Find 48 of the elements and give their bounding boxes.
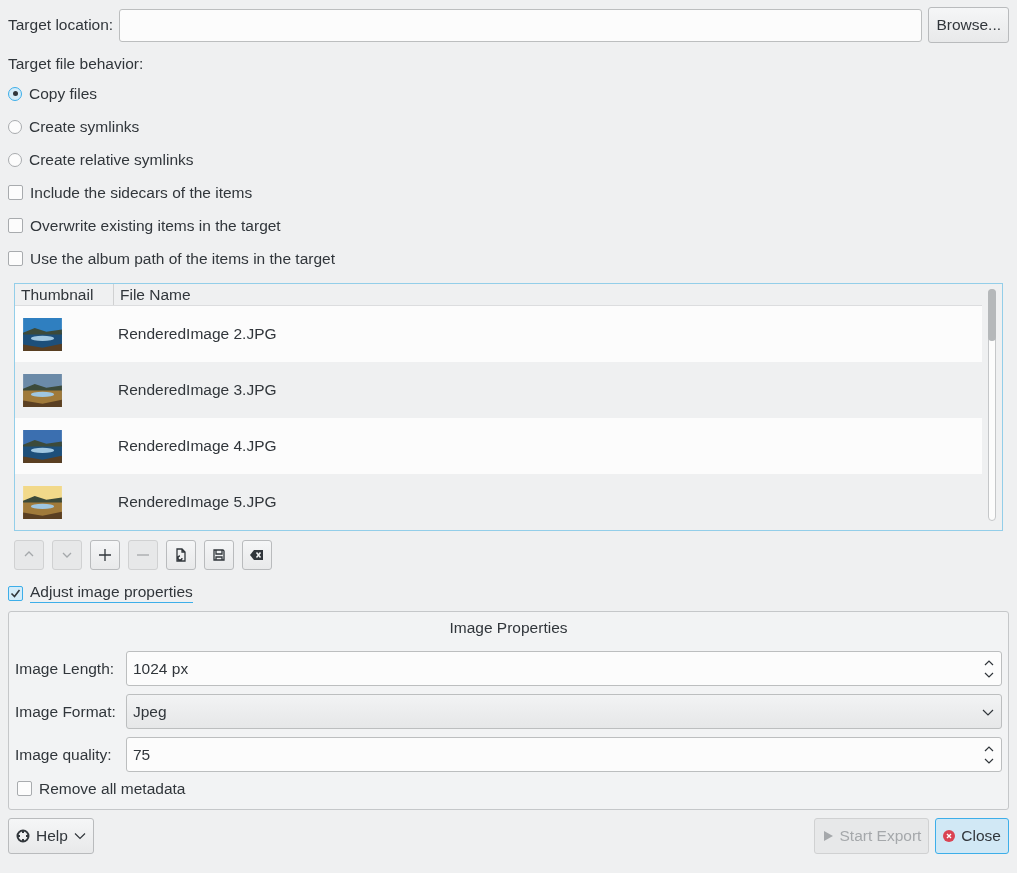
toolbar-button[interactable]: [166, 540, 196, 570]
toolbar-button[interactable]: [242, 540, 272, 570]
radio-button[interactable]: [8, 86, 22, 101]
checkbox[interactable]: [8, 251, 23, 266]
field-label: Image quality:: [15, 745, 113, 764]
table-cell-text: RenderedImage 4.JPG: [117, 436, 278, 456]
browse-button[interactable]: Browse...: [928, 7, 1009, 43]
field-label: Target location:: [8, 16, 114, 34]
clear-icon: [249, 547, 265, 563]
close-icon: [943, 830, 956, 842]
input-field[interactable]: [119, 8, 923, 42]
column-header[interactable]: Thumbnail: [15, 284, 114, 305]
checkbox[interactable]: [8, 185, 23, 200]
table-cell-text: RenderedImage 2.JPG: [117, 324, 278, 344]
toolbar-button[interactable]: [90, 540, 120, 570]
option-label: Use the album path of the items in the target: [30, 249, 335, 268]
file-icon: [173, 547, 189, 563]
option-label: Overwrite existing items in the target: [30, 216, 281, 235]
table-cell-text: RenderedImage 3.JPG: [117, 380, 278, 400]
close-button[interactable]: Close: [935, 818, 1009, 854]
table-cell-text: RenderedImage 5.JPG: [117, 492, 278, 512]
checkbox[interactable]: [8, 218, 23, 233]
save-icon: [211, 547, 227, 563]
spin-box[interactable]: 1024 px: [126, 651, 1002, 686]
scrollbar[interactable]: [988, 289, 996, 521]
group-title: Image Properties: [449, 617, 568, 638]
radio-button[interactable]: [8, 152, 22, 167]
option-label: Copy files: [29, 84, 98, 103]
radio-button[interactable]: [8, 119, 22, 134]
spin-box[interactable]: 75: [126, 737, 1002, 772]
play-icon: [821, 830, 834, 842]
dropdown[interactable]: Jpeg: [126, 694, 1002, 729]
checkbox[interactable]: [17, 781, 32, 796]
checkbox[interactable]: [8, 585, 23, 601]
field-label: Image Length:: [15, 659, 116, 678]
option-label: Include the sidecars of the items: [30, 183, 253, 202]
toolbar-button[interactable]: [204, 540, 234, 570]
caret-icon: [73, 832, 86, 840]
help-button[interactable]: Help: [8, 818, 94, 854]
option-label: Remove all metadata: [39, 779, 186, 798]
add-icon: [97, 547, 113, 563]
field-label: Image Format:: [15, 702, 117, 721]
section-label: Target file behavior:: [8, 55, 145, 74]
option-label: Create relative symlinks: [29, 150, 194, 169]
option-label: Adjust image properties: [30, 583, 193, 603]
option-label: Create symlinks: [29, 117, 140, 136]
column-header[interactable]: File Name: [114, 284, 982, 305]
lifebuoy-icon: [16, 829, 30, 843]
